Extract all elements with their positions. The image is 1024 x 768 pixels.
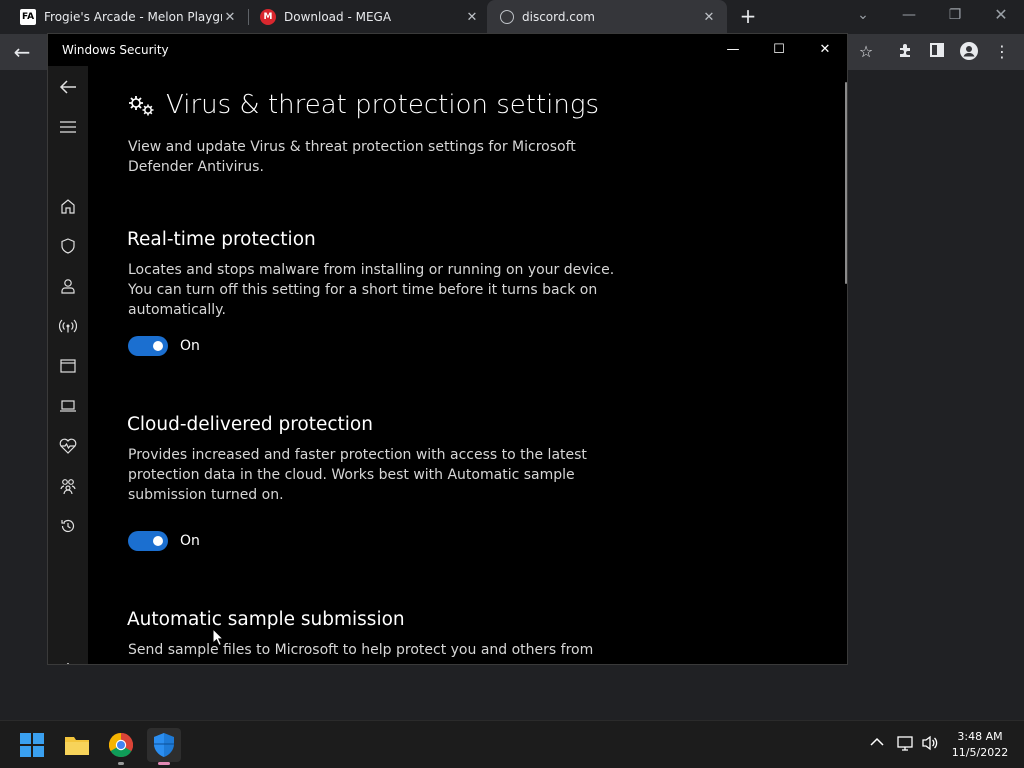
browser-tab-discord[interactable]: discord.com ✕ — [487, 0, 727, 34]
app-browser-control-icon[interactable] — [57, 355, 79, 377]
device-security-icon[interactable] — [57, 395, 79, 417]
taskbar: 3:48 AM 11/5/2022 — [0, 720, 1024, 768]
cloud-delivered-protection-toggle-label: On — [180, 533, 200, 549]
browser-tab-mega[interactable]: M Download - MEGA ✕ — [240, 0, 490, 34]
browser-close-button[interactable]: ✕ — [978, 0, 1024, 30]
close-button[interactable]: ✕ — [802, 36, 847, 64]
tab-title: Frogie's Arcade - Melon Playgrou — [44, 10, 222, 24]
close-tab-icon[interactable]: ✕ — [701, 10, 717, 25]
shield-icon[interactable] — [57, 235, 79, 257]
mouse-cursor-icon — [212, 628, 224, 646]
real-time-protection-description: Locates and stops malware from installin… — [128, 262, 615, 318]
windows-security-taskbar-button[interactable] — [147, 728, 181, 765]
close-tab-icon[interactable]: ✕ — [222, 10, 238, 25]
real-time-protection-heading: Real-time protection — [127, 229, 316, 250]
maximize-button[interactable]: ☐ — [756, 36, 802, 64]
frogies-arcade-favicon-icon: FA — [20, 9, 36, 25]
cloud-delivered-protection-description: Provides increased and faster protection… — [128, 447, 587, 503]
bookmark-star-icon[interactable]: ☆ — [856, 42, 876, 62]
file-explorer-button[interactable] — [60, 728, 94, 762]
browser-tab-strip: FA Frogie's Arcade - Melon Playgrou ✕ M … — [0, 0, 1024, 34]
gears-icon — [129, 96, 154, 116]
chrome-icon — [109, 733, 133, 757]
cloud-delivered-protection-heading: Cloud-delivered protection — [127, 414, 373, 435]
globe-icon — [500, 10, 514, 24]
active-indicator — [158, 762, 170, 765]
start-button[interactable] — [15, 728, 49, 762]
back-icon[interactable] — [57, 76, 79, 98]
close-tab-icon[interactable]: ✕ — [464, 10, 480, 25]
real-time-protection-toggle[interactable] — [128, 336, 168, 356]
tab-title: Download - MEGA — [284, 10, 392, 24]
network-icon[interactable] — [897, 735, 915, 755]
more-menu-icon[interactable]: ⋮ — [992, 42, 1012, 62]
menu-icon[interactable] — [57, 116, 79, 138]
window-title: Windows Security — [62, 43, 169, 57]
side-panel-icon[interactable] — [927, 42, 947, 62]
windows-logo-icon — [20, 733, 44, 757]
window-title-bar[interactable]: Windows Security — ☐ ✕ — [48, 34, 847, 66]
cloud-delivered-protection-toggle[interactable] — [128, 531, 168, 551]
windows-security-window: Windows Security — ☐ ✕ Virus & threat pr… — [47, 33, 848, 665]
firewall-network-icon[interactable] — [57, 315, 79, 337]
device-health-icon[interactable] — [57, 435, 79, 457]
clock-time: 3:48 AM — [957, 730, 1003, 743]
home-icon[interactable] — [57, 195, 79, 217]
chrome-button[interactable] — [104, 728, 138, 765]
toggle-knob — [153, 536, 163, 546]
page-title: Virus & threat protection settings — [166, 90, 599, 120]
real-time-protection-toggle-label: On — [180, 338, 200, 354]
page-description: View and update Virus & threat protectio… — [128, 139, 576, 175]
tab-search-icon[interactable]: ⌄ — [840, 0, 886, 30]
back-arrow-icon[interactable]: ← — [12, 42, 32, 62]
account-icon[interactable] — [57, 275, 79, 297]
browser-tab-frogies-arcade[interactable]: FA Frogie's Arcade - Melon Playgrou ✕ — [0, 0, 248, 34]
automatic-sample-submission-heading: Automatic sample submission — [127, 609, 405, 630]
mega-favicon-icon: M — [260, 9, 276, 25]
running-indicator — [118, 762, 124, 765]
minimize-button[interactable]: — — [710, 36, 756, 64]
content-scrollbar[interactable] — [845, 82, 847, 284]
show-hidden-icons-chevron-icon[interactable] — [870, 735, 884, 751]
family-options-icon[interactable] — [57, 475, 79, 497]
extensions-icon[interactable] — [895, 42, 915, 62]
clock-date: 11/5/2022 — [951, 746, 1009, 759]
settings-icon[interactable] — [57, 659, 79, 664]
browser-restore-button[interactable]: ❐ — [932, 0, 978, 30]
browser-minimize-button[interactable]: — — [886, 0, 932, 30]
windows-security-shield-icon — [154, 733, 174, 757]
volume-icon[interactable] — [921, 735, 939, 755]
sidebar-nav — [48, 66, 88, 664]
folder-icon — [65, 737, 89, 755]
new-tab-button[interactable]: + — [737, 5, 759, 27]
tab-title: discord.com — [522, 10, 595, 24]
profile-avatar-icon[interactable] — [959, 42, 979, 62]
toggle-knob — [153, 341, 163, 351]
automatic-sample-submission-description: Send sample files to Microsoft to help p… — [128, 642, 594, 658]
system-clock[interactable]: 3:48 AM 11/5/2022 — [940, 729, 1020, 761]
protection-history-icon[interactable] — [57, 515, 79, 537]
